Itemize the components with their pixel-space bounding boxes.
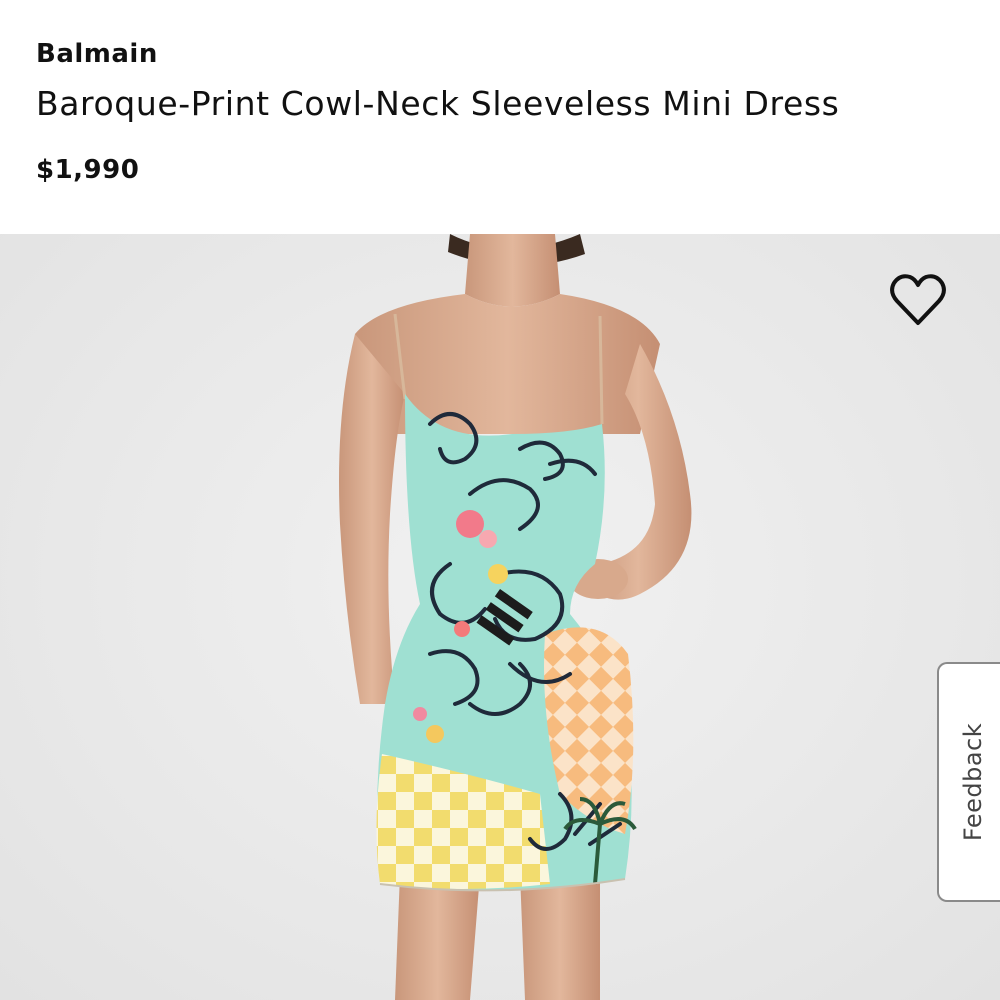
product-header: Balmain Baroque-Print Cowl-Neck Sleevele… [0,0,1000,234]
product-image[interactable] [0,234,1000,1000]
feedback-label: Feedback [959,722,987,842]
heart-outline-icon [890,274,946,325]
wishlist-button[interactable] [886,268,950,332]
product-price: $1,990 [36,155,140,185]
feedback-tab[interactable]: Feedback [937,662,1000,902]
product-title: Baroque-Print Cowl-Neck Sleeveless Mini … [36,84,840,123]
brand-name[interactable]: Balmain [36,36,158,72]
model-photo [339,234,692,1000]
